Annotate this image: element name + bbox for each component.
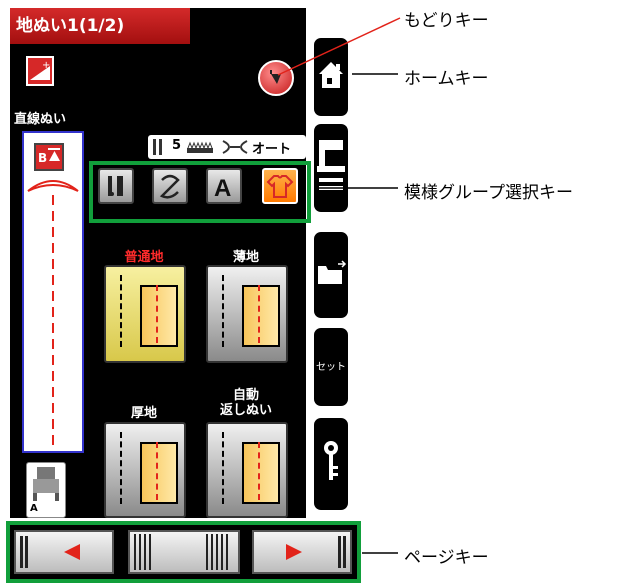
annotation-page-key: ページキー xyxy=(404,548,489,568)
annotation-pattern-group: 模様グループ選択キー xyxy=(404,183,573,203)
annotation-back-key: もどりキー xyxy=(404,11,489,31)
annotation-home-key: ホームキー xyxy=(404,69,489,89)
annotation-lines xyxy=(277,17,401,554)
